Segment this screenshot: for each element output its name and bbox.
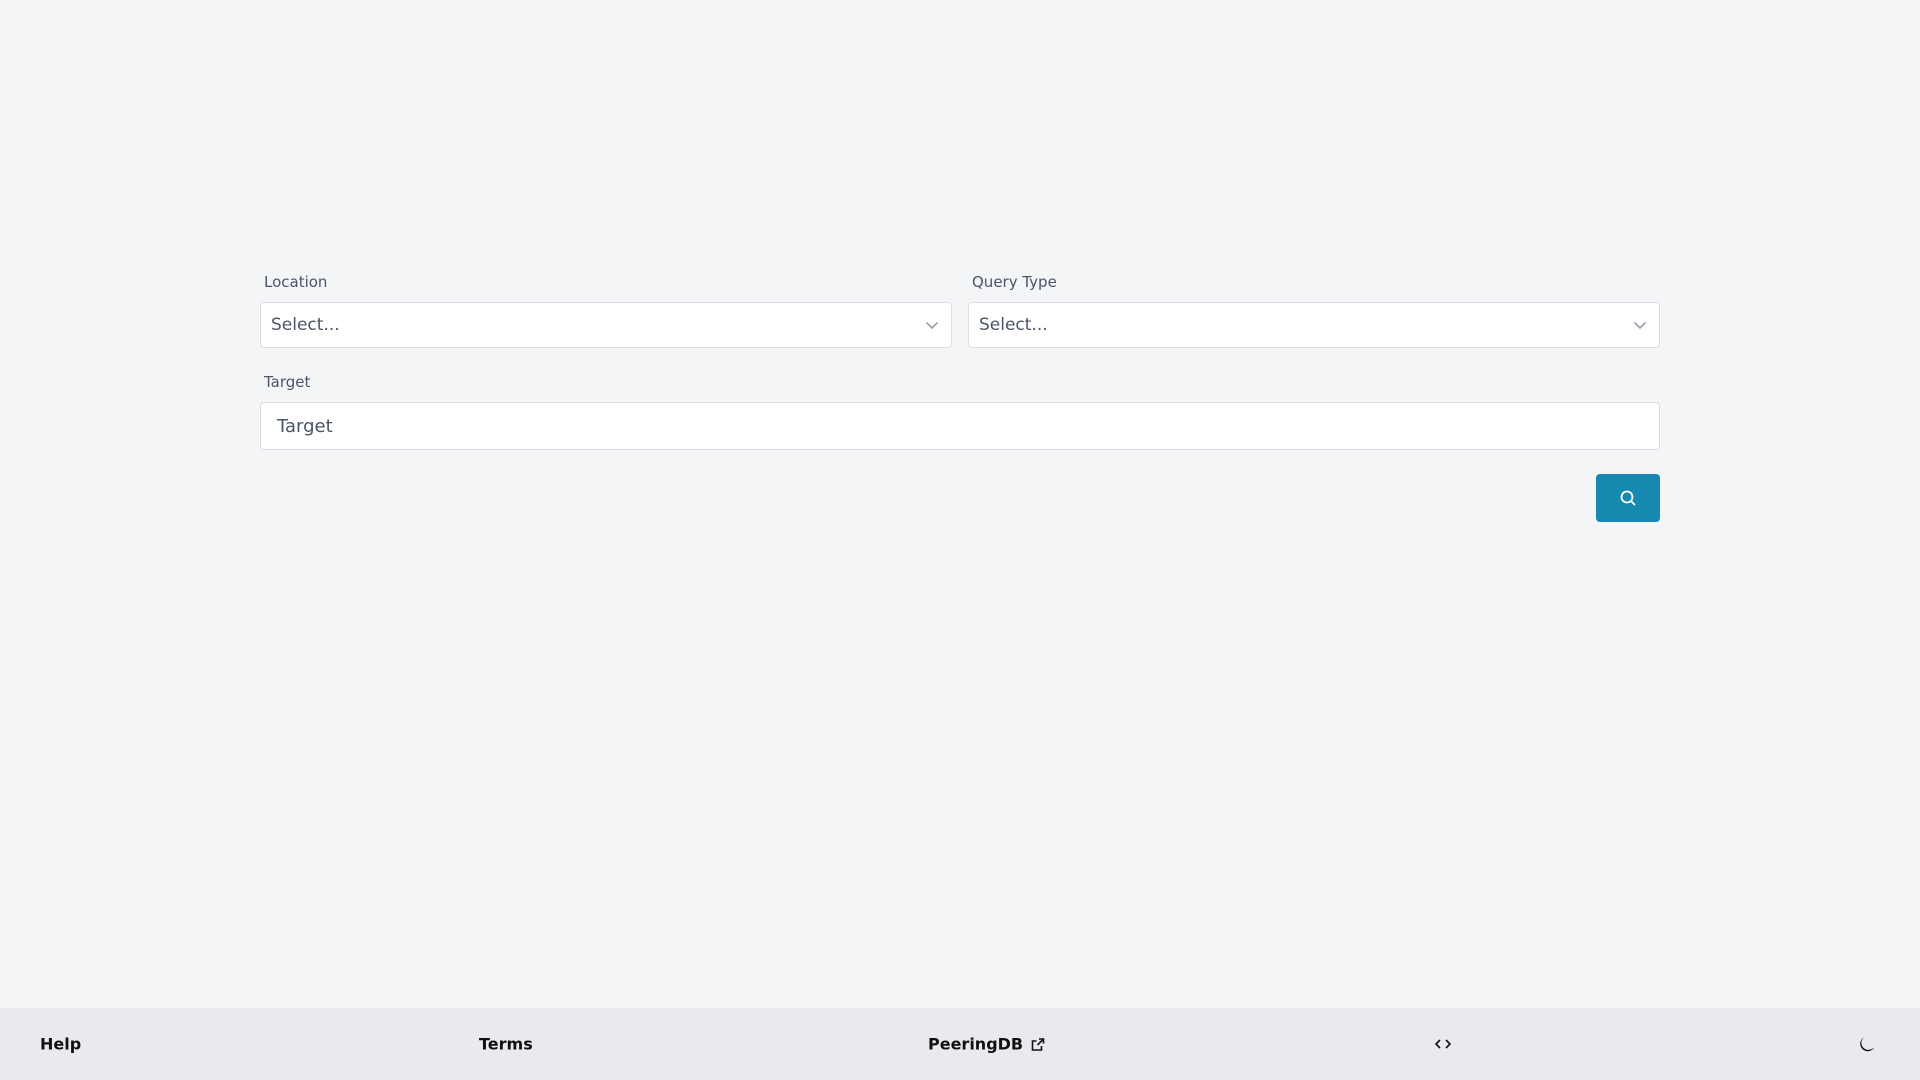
terms-link[interactable]: Terms bbox=[479, 1035, 533, 1054]
help-link-label: Help bbox=[40, 1034, 82, 1054]
target-label: Target bbox=[264, 373, 311, 391]
query-type-label: Query Type bbox=[972, 273, 1057, 291]
source-code-link[interactable] bbox=[1434, 1037, 1452, 1051]
submit-search-button[interactable] bbox=[1596, 474, 1660, 522]
footer: Help Terms PeeringDB bbox=[0, 1008, 1920, 1080]
form-row-selects: Location Select... Query Type Select... bbox=[260, 272, 1660, 348]
chevron-down-icon bbox=[923, 316, 941, 334]
location-label: Location bbox=[264, 273, 328, 291]
moon-icon bbox=[1857, 1034, 1877, 1054]
query-type-select[interactable]: Select... bbox=[968, 302, 1660, 348]
target-field: Target bbox=[260, 372, 1660, 450]
query-type-field: Query Type Select... bbox=[968, 272, 1660, 348]
code-icon bbox=[1434, 1037, 1452, 1051]
help-link[interactable]: Help bbox=[40, 1035, 81, 1054]
looking-glass-form: Location Select... Query Type Select... bbox=[260, 272, 1660, 522]
form-actions bbox=[260, 474, 1660, 522]
external-link-icon bbox=[1031, 1037, 1045, 1051]
search-icon bbox=[1619, 489, 1637, 507]
location-field: Location Select... bbox=[260, 272, 952, 348]
query-type-select-value: Select... bbox=[979, 315, 1048, 335]
peeringdb-link[interactable]: PeeringDB bbox=[928, 1035, 1045, 1054]
page: Location Select... Query Type Select... bbox=[0, 0, 1920, 1080]
chevron-down-icon bbox=[1631, 316, 1649, 334]
location-select[interactable]: Select... bbox=[260, 302, 952, 348]
target-input[interactable] bbox=[260, 402, 1660, 450]
peeringdb-link-label: PeeringDB bbox=[928, 1034, 1024, 1054]
theme-toggle-button[interactable] bbox=[1857, 1034, 1877, 1054]
location-select-value: Select... bbox=[271, 315, 340, 335]
terms-link-label: Terms bbox=[479, 1034, 533, 1054]
